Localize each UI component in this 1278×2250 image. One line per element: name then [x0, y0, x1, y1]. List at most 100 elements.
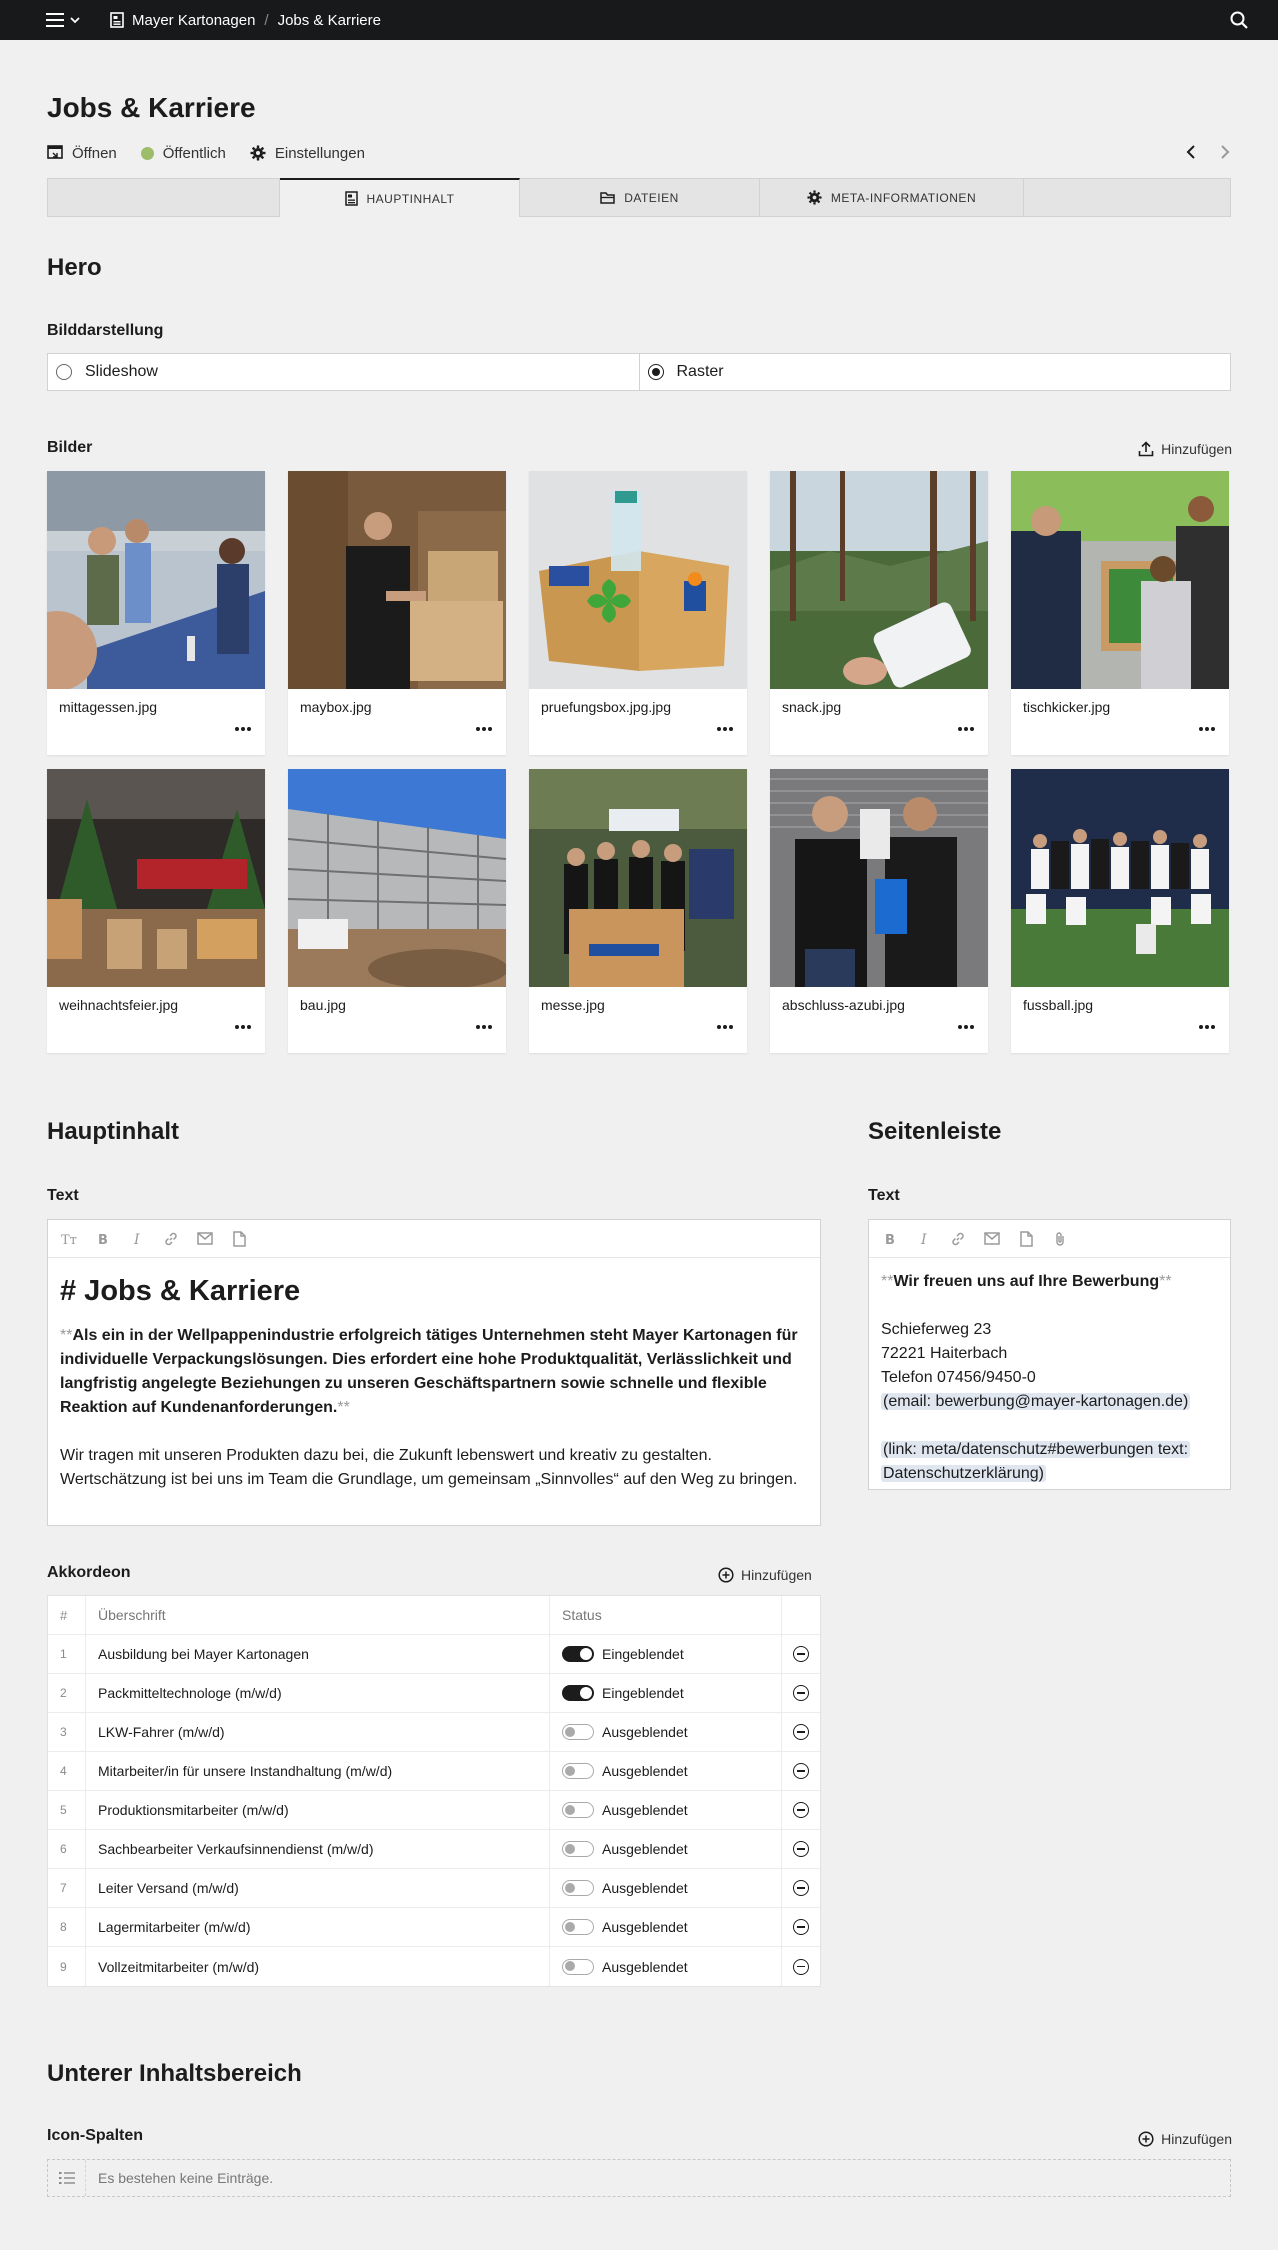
bold-button[interactable]: B — [92, 1228, 114, 1250]
sidebar-text-editor[interactable]: B I **Wir freuen uns auf Ihre Bewerbung*… — [868, 1219, 1231, 1490]
image-thumbnail[interactable] — [529, 769, 747, 987]
table-row[interactable]: 7 Leiter Versand (m/w/d) Ausgeblendet — [48, 1869, 820, 1908]
more-options-button[interactable] — [956, 1019, 976, 1035]
status-toggle[interactable] — [562, 1880, 594, 1896]
image-thumbnail[interactable] — [1011, 471, 1229, 689]
table-row[interactable]: 4 Mitarbeiter/in für unsere Instandhaltun… — [48, 1752, 820, 1791]
row-title[interactable]: Ausbildung bei Mayer Kartonagen — [86, 1635, 550, 1673]
row-title[interactable]: Lagermitarbeiter (m/w/d) — [86, 1908, 550, 1946]
more-options-button[interactable] — [715, 1019, 735, 1035]
image-thumbnail[interactable] — [770, 769, 988, 987]
italic-button[interactable]: I — [126, 1228, 148, 1250]
table-row[interactable]: 6 Sachbearbeiter Verkaufsinnendienst (m/w… — [48, 1830, 820, 1869]
link-button[interactable] — [160, 1228, 182, 1250]
tab-meta-informationen[interactable]: META-INFORMATIONEN — [760, 179, 1024, 216]
more-options-button[interactable] — [233, 1019, 253, 1035]
image-card[interactable]: abschluss-azubi.jpg — [770, 769, 988, 1053]
more-options-button[interactable] — [956, 721, 976, 737]
status-toggle[interactable] — [562, 1685, 594, 1701]
tab-dateien[interactable]: DATEIEN — [520, 179, 760, 216]
remove-row-button[interactable] — [793, 1724, 809, 1740]
radio-raster[interactable]: Raster — [638, 354, 1231, 390]
email-button[interactable] — [981, 1228, 1003, 1250]
row-title[interactable]: Leiter Versand (m/w/d) — [86, 1869, 550, 1907]
image-thumbnail[interactable] — [529, 471, 747, 689]
row-title[interactable]: Vollzeitmitarbeiter (m/w/d) — [86, 1947, 550, 1986]
previous-page-button[interactable] — [1186, 143, 1196, 164]
image-card[interactable]: snack.jpg — [770, 471, 988, 755]
table-row[interactable]: 1 Ausbildung bei Mayer Kartonagen Eingeble… — [48, 1635, 820, 1674]
status-button[interactable]: Öffentlich — [140, 145, 226, 162]
more-options-button[interactable] — [1197, 1019, 1217, 1035]
editor-content[interactable]: **Wir freuen uns auf Ihre Bewerbung** Sc… — [869, 1258, 1230, 1498]
attachment-button[interactable] — [1049, 1228, 1071, 1250]
remove-row-button[interactable] — [793, 1841, 809, 1857]
image-card[interactable]: mittagessen.jpg — [47, 471, 265, 755]
image-card[interactable]: messe.jpg — [529, 769, 747, 1053]
file-button[interactable] — [1015, 1228, 1037, 1250]
table-row[interactable]: 9 Vollzeitmitarbeiter (m/w/d) Ausgeblendet — [48, 1947, 820, 1986]
breadcrumb-page[interactable]: Jobs & Karriere — [278, 12, 381, 29]
image-card[interactable]: tischkicker.jpg — [1011, 471, 1229, 755]
status-toggle[interactable] — [562, 1841, 594, 1857]
remove-row-button[interactable] — [793, 1646, 809, 1662]
more-options-button[interactable] — [715, 721, 735, 737]
email-button[interactable] — [194, 1228, 216, 1250]
row-title[interactable]: LKW-Fahrer (m/w/d) — [86, 1713, 550, 1751]
status-toggle[interactable] — [562, 1646, 594, 1662]
remove-row-button[interactable] — [793, 1685, 809, 1701]
image-card[interactable]: bau.jpg — [288, 769, 506, 1053]
more-options-button[interactable] — [474, 721, 494, 737]
remove-row-button[interactable] — [793, 1763, 809, 1779]
status-toggle[interactable] — [562, 1802, 594, 1818]
italic-button[interactable]: I — [913, 1228, 935, 1250]
search-button[interactable] — [1229, 10, 1249, 30]
editor-content[interactable]: # Jobs & Karriere **Als ein in der Wellp… — [48, 1258, 820, 1504]
status-toggle[interactable] — [562, 1958, 594, 1975]
breadcrumb-site[interactable]: Mayer Kartonagen — [132, 12, 255, 29]
image-thumbnail[interactable] — [1011, 769, 1229, 987]
next-page-button[interactable] — [1220, 143, 1230, 164]
image-card[interactable]: maybox.jpg — [288, 471, 506, 755]
table-row[interactable]: 5 Produktionsmitarbeiter (m/w/d) Ausgeblen… — [48, 1791, 820, 1830]
tab-hauptinhalt[interactable]: HAUPTINHALT — [280, 178, 520, 217]
add-accordion-button[interactable]: Hinzufügen — [718, 1567, 812, 1583]
image-thumbnail[interactable] — [47, 471, 265, 689]
menu-button[interactable] — [46, 10, 88, 30]
status-toggle[interactable] — [562, 1763, 594, 1779]
status-toggle[interactable] — [562, 1919, 594, 1935]
more-options-button[interactable] — [1197, 721, 1217, 737]
table-row[interactable]: 3 LKW-Fahrer (m/w/d) Ausgeblendet — [48, 1713, 820, 1752]
remove-row-button[interactable] — [793, 1919, 809, 1935]
row-title[interactable]: Packmitteltechnologe (m/w/d) — [86, 1674, 550, 1712]
image-thumbnail[interactable] — [770, 471, 988, 689]
more-options-button[interactable] — [474, 1019, 494, 1035]
row-title[interactable]: Sachbearbeiter Verkaufsinnendienst (m/w/… — [86, 1830, 550, 1868]
link-button[interactable] — [947, 1228, 969, 1250]
icon-columns-empty-list[interactable]: Es bestehen keine Einträge. — [47, 2159, 1231, 2197]
radio-slideshow[interactable]: Slideshow — [48, 354, 639, 390]
image-thumbnail[interactable] — [288, 471, 506, 689]
image-thumbnail[interactable] — [47, 769, 265, 987]
image-card[interactable]: pruefungsbox.jpg.jpg — [529, 471, 747, 755]
image-card[interactable]: weihnachtsfeier.jpg — [47, 769, 265, 1053]
row-title[interactable]: Mitarbeiter/in für unsere Instandhaltung… — [86, 1752, 550, 1790]
table-row[interactable]: 2 Packmitteltechnologe (m/w/d) Eingeblende… — [48, 1674, 820, 1713]
headline-button[interactable]: Tт — [58, 1228, 80, 1250]
remove-row-button[interactable] — [793, 1880, 809, 1896]
add-image-button[interactable]: Hinzufügen — [1138, 441, 1232, 457]
more-options-button[interactable] — [233, 721, 253, 737]
table-row[interactable]: 8 Lagermitarbeiter (m/w/d) Ausgeblendet — [48, 1908, 820, 1947]
row-title[interactable]: Produktionsmitarbeiter (m/w/d) — [86, 1791, 550, 1829]
status-toggle[interactable] — [562, 1724, 594, 1740]
bold-button[interactable]: B — [879, 1228, 901, 1250]
remove-row-button[interactable] — [793, 1802, 809, 1818]
add-icon-column-button[interactable]: Hinzufügen — [1138, 2131, 1232, 2147]
file-button[interactable] — [228, 1228, 250, 1250]
main-text-editor[interactable]: Tт B I # Jobs & Karriere **Als ein in de… — [47, 1219, 821, 1526]
image-thumbnail[interactable] — [288, 769, 506, 987]
open-button[interactable]: Öffnen — [47, 145, 117, 162]
settings-button[interactable]: Einstellungen — [250, 145, 365, 162]
remove-row-button[interactable] — [793, 1958, 809, 1975]
image-card[interactable]: fussball.jpg — [1011, 769, 1229, 1053]
